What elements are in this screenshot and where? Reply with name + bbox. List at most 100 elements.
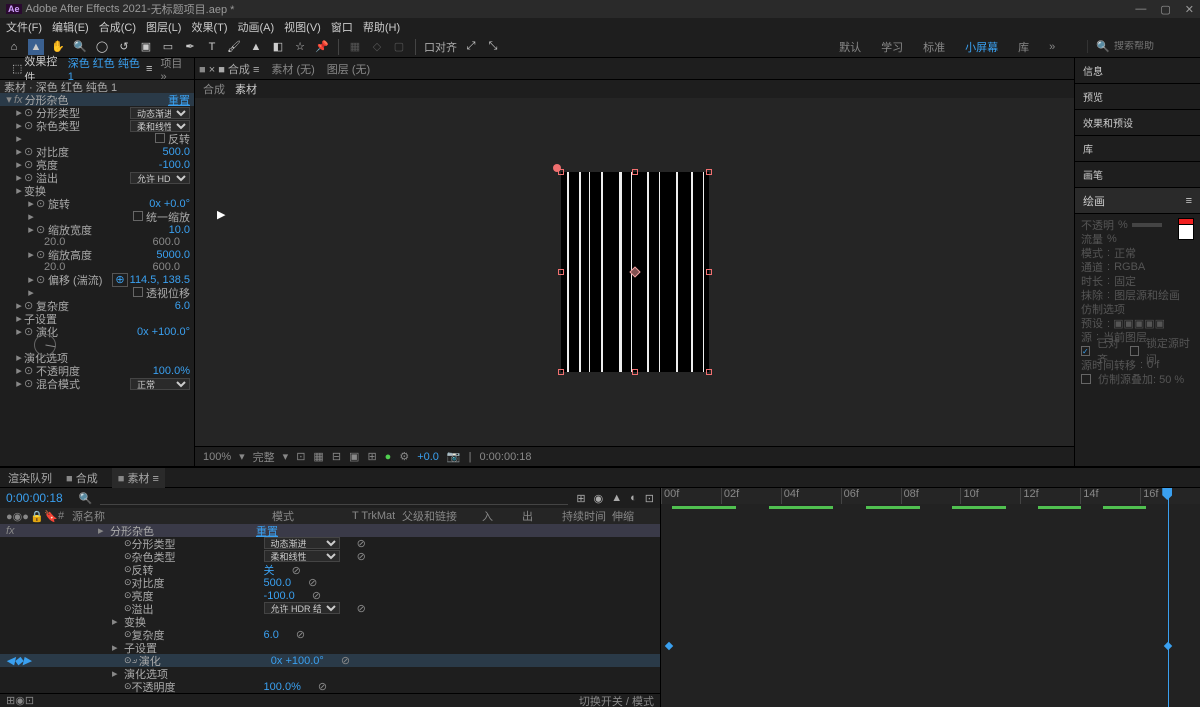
snap-checkbox[interactable]: 口对齐 bbox=[424, 39, 457, 55]
menu-edit[interactable]: 编辑(E) bbox=[52, 19, 89, 35]
vc-color-icon[interactable]: ● bbox=[385, 451, 392, 463]
vc-gear-icon[interactable]: ⚙ bbox=[399, 450, 409, 463]
ec-prop-2[interactable]: ▸反转 bbox=[0, 132, 194, 145]
tl-row-5[interactable]: ⊙ 亮度-100.0 ⊘ bbox=[0, 589, 660, 602]
panel-paint[interactable]: 绘画 ≡ bbox=[1075, 188, 1200, 214]
tl-f-1[interactable]: ⊞ bbox=[6, 694, 15, 707]
ec-prop-17[interactable]: ▸⊙不透明度100.0% bbox=[0, 364, 194, 377]
ws-more[interactable]: » bbox=[1049, 41, 1055, 53]
vc-3[interactable]: ⊟ bbox=[332, 450, 341, 463]
panel-preview[interactable]: 预览 bbox=[1075, 84, 1200, 110]
maximize-button[interactable]: ▢ bbox=[1160, 3, 1170, 16]
tl-tab-comp[interactable]: ■ 合成 bbox=[66, 470, 98, 486]
ec-prop-3[interactable]: ▸⊙对比度500.0 bbox=[0, 145, 194, 158]
tl-row-4[interactable]: ⊙ 对比度500.0 ⊘ bbox=[0, 576, 660, 589]
timecode[interactable]: 0:00:00:18 bbox=[6, 491, 63, 505]
ec-prop-10[interactable]: ▸⊙缩放高度5000.0 bbox=[0, 248, 194, 261]
stamp-tool[interactable]: ▲ bbox=[248, 39, 264, 55]
tl-row-1[interactable]: ⊙ 分形类型动态渐进 ⊘ bbox=[0, 537, 660, 550]
res-select[interactable]: 完整 bbox=[253, 449, 275, 465]
ec-more[interactable]: 项目 » bbox=[160, 55, 190, 83]
minimize-button[interactable]: — bbox=[1135, 3, 1146, 16]
menu-layer[interactable]: 图层(L) bbox=[146, 19, 181, 35]
tl-btn-4[interactable]: ◐ bbox=[630, 492, 637, 504]
ec-prop-9[interactable]: ▸⊙缩放宽度10.0 bbox=[0, 223, 194, 236]
ec-prop-12[interactable]: ▸透视位移 bbox=[0, 286, 194, 299]
vc-4[interactable]: ▣ bbox=[349, 450, 359, 463]
ec-prop-8[interactable]: ▸统一缩放 bbox=[0, 210, 194, 223]
ec-prop-16[interactable]: ▸演化选项 bbox=[0, 351, 194, 364]
comp-tab-layer[interactable]: 图层 (无) bbox=[327, 61, 370, 77]
text-tool[interactable]: T bbox=[204, 39, 220, 55]
comp-tab-comp[interactable]: ■ × ■ 合成 ≡ bbox=[199, 61, 259, 77]
bg-swatch[interactable] bbox=[1178, 224, 1194, 240]
ws-small[interactable]: 小屏幕 bbox=[965, 39, 998, 55]
playhead[interactable] bbox=[1168, 488, 1169, 707]
menu-window[interactable]: 窗口 bbox=[331, 19, 353, 35]
ec-prop-0[interactable]: ▸⊙分形类型动态渐进 bbox=[0, 106, 194, 119]
vc-5[interactable]: ⊞ bbox=[367, 450, 376, 463]
timecode-display[interactable]: 0:00:00:18 bbox=[479, 451, 531, 463]
time-ruler[interactable]: 00f 02f 04f 06f 08f 10f 12f 14f 16f bbox=[661, 488, 1200, 504]
camera-icon[interactable]: 📷 bbox=[447, 450, 461, 463]
panel-lib[interactable]: 库 bbox=[1075, 136, 1200, 162]
ws-lib[interactable]: 库 bbox=[1018, 39, 1029, 55]
tl-row-8[interactable]: ⊙ 复杂度6.0 ⊘ bbox=[0, 628, 660, 641]
panel-effects[interactable]: 效果和预设 bbox=[1075, 110, 1200, 136]
tl-row-6[interactable]: ⊙ 溢出允许 HDR 结果 ⊘ bbox=[0, 602, 660, 615]
menu-file[interactable]: 文件(F) bbox=[6, 19, 42, 35]
tl-tab-footage[interactable]: ■ 素材 ≡ bbox=[112, 468, 165, 488]
roto-tool[interactable]: ☆ bbox=[292, 39, 308, 55]
comp-tab-footage[interactable]: 素材 (无) bbox=[271, 61, 314, 77]
rect-tool[interactable]: ▭ bbox=[160, 39, 176, 55]
panel-brush[interactable]: 画笔 bbox=[1075, 162, 1200, 188]
color-val[interactable]: +0.0 bbox=[417, 451, 439, 463]
vc-2[interactable]: ▦ bbox=[313, 450, 323, 463]
tl-toggle[interactable]: 切换开关 / 模式 bbox=[579, 693, 654, 707]
menu-help[interactable]: 帮助(H) bbox=[363, 19, 400, 35]
eraser-tool[interactable]: ◧ bbox=[270, 39, 286, 55]
panel-info[interactable]: 信息 bbox=[1075, 58, 1200, 84]
ws-standard[interactable]: 标准 bbox=[923, 39, 945, 55]
tl-row-12[interactable]: ⊙ 不透明度100.0% ⊘ bbox=[0, 680, 660, 693]
ec-prop-18[interactable]: ▸⊙混合模式正常 bbox=[0, 377, 194, 390]
ec-prop-6[interactable]: ▸变换 bbox=[0, 184, 194, 197]
comp-sub-comp[interactable]: 合成 bbox=[203, 81, 225, 97]
keyframe-end[interactable] bbox=[1164, 642, 1172, 650]
tl-btn-2[interactable]: ◉ bbox=[594, 492, 604, 505]
tl-f-2[interactable]: ◉ bbox=[15, 694, 25, 707]
tl-row-3[interactable]: ⊙ 反转关 ⊘ bbox=[0, 563, 660, 576]
tl-btn-3[interactable]: ▲ bbox=[611, 492, 622, 504]
ec-prop-14[interactable]: ▸子设置 bbox=[0, 312, 194, 325]
tl-row-10[interactable]: ◀◆▶⊙ ⟓演化0x +100.0° ⊘ bbox=[0, 654, 660, 667]
ec-prop-4[interactable]: ▸⊙亮度-100.0 bbox=[0, 158, 194, 171]
keyframe-start[interactable] bbox=[665, 642, 673, 650]
tl-row-0[interactable]: fx▸分形杂色重置 bbox=[0, 524, 660, 537]
search-input[interactable] bbox=[1114, 41, 1194, 52]
puppet-tool[interactable]: 📌 bbox=[314, 39, 330, 55]
tl-tab-render[interactable]: 渲染队列 bbox=[8, 470, 52, 486]
overlay-checkbox[interactable] bbox=[1081, 374, 1091, 384]
timeline-graph[interactable]: 00f 02f 04f 06f 08f 10f 12f 14f 16f bbox=[661, 488, 1200, 707]
comp-sub-footage[interactable]: 素材 bbox=[235, 81, 257, 97]
aligned-checkbox[interactable] bbox=[1081, 346, 1090, 356]
tl-row-11[interactable]: ▸演化选项 bbox=[0, 667, 660, 680]
lock-src-checkbox[interactable] bbox=[1130, 346, 1139, 356]
ws-default[interactable]: 默认 bbox=[839, 39, 861, 55]
menu-effect[interactable]: 效果(T) bbox=[191, 19, 227, 35]
ec-effect-header[interactable]: ▾ fx 分形杂色 重置 bbox=[0, 93, 194, 106]
pen-tool[interactable]: ✒ bbox=[182, 39, 198, 55]
ec-prop-15[interactable]: ▸⊙演化0x +100.0° bbox=[0, 325, 194, 338]
tl-row-7[interactable]: ▸变换 bbox=[0, 615, 660, 628]
viewport[interactable]: ▶ bbox=[195, 98, 1074, 446]
menu-anim[interactable]: 动画(A) bbox=[238, 19, 275, 35]
zoom-select[interactable]: 100% bbox=[203, 451, 231, 463]
close-button[interactable]: ✕ bbox=[1185, 3, 1194, 16]
vc-1[interactable]: ⊡ bbox=[296, 450, 305, 463]
snap-opt-2[interactable]: ⤡ bbox=[485, 39, 501, 55]
footage-preview[interactable] bbox=[561, 172, 709, 372]
tl-row-9[interactable]: ▸子设置 bbox=[0, 641, 660, 654]
timeline-search[interactable] bbox=[100, 492, 568, 505]
brush-tool[interactable]: 🖌 bbox=[226, 39, 242, 55]
ws-learn[interactable]: 学习 bbox=[881, 39, 903, 55]
